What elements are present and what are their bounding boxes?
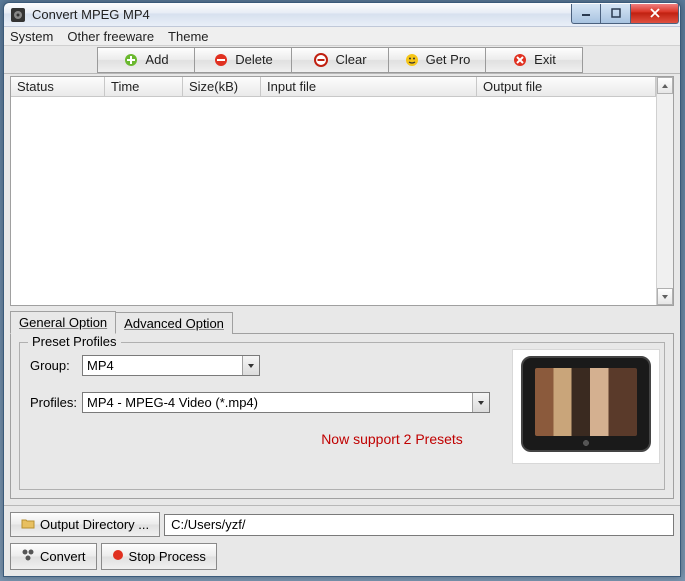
add-icon	[123, 52, 139, 68]
clear-icon	[313, 52, 329, 68]
minimize-button[interactable]	[571, 4, 601, 24]
app-icon	[10, 7, 26, 23]
col-status[interactable]: Status	[11, 77, 105, 96]
scroll-up-button[interactable]	[657, 77, 673, 94]
dropdown-arrow-icon	[242, 356, 259, 375]
toolbar: Add Delete Clear Get Pro Exit	[4, 46, 680, 74]
options-tabs: General Option Advanced Option	[10, 312, 674, 334]
exit-icon	[512, 52, 528, 68]
exit-button[interactable]: Exit	[485, 47, 583, 73]
tab-general-option[interactable]: General Option	[10, 311, 116, 334]
delete-button[interactable]: Delete	[194, 47, 292, 73]
profiles-combobox[interactable]: MP4 - MPEG-4 Video (*.mp4)	[82, 392, 490, 413]
menu-system[interactable]: System	[10, 29, 53, 44]
output-directory-button[interactable]: Output Directory ...	[10, 512, 160, 537]
device-preview-image	[512, 349, 660, 464]
tab-advanced-option[interactable]: Advanced Option	[115, 312, 233, 334]
bottom-bar: Output Directory ... Convert Stop Proces…	[4, 505, 680, 576]
clear-button[interactable]: Clear	[291, 47, 389, 73]
stop-icon	[112, 549, 124, 564]
col-time[interactable]: Time	[105, 77, 183, 96]
convert-icon	[21, 548, 35, 565]
group-label: Group:	[30, 358, 82, 373]
col-output[interactable]: Output file	[477, 77, 656, 96]
maximize-button[interactable]	[601, 4, 631, 24]
vertical-scrollbar[interactable]	[656, 77, 673, 305]
menu-theme[interactable]: Theme	[168, 29, 208, 44]
getpro-icon	[404, 52, 420, 68]
group-value: MP4	[83, 358, 242, 373]
convert-button[interactable]: Convert	[10, 543, 97, 570]
general-option-panel: Preset Profiles Group: MP4 Profiles: MP4…	[10, 334, 674, 499]
menu-other-freeware[interactable]: Other freeware	[67, 29, 154, 44]
add-button[interactable]: Add	[97, 47, 195, 73]
window-title: Convert MPEG MP4	[32, 7, 571, 22]
scroll-track[interactable]	[657, 94, 673, 288]
close-button[interactable]	[631, 4, 679, 24]
preset-profiles-fieldset: Preset Profiles Group: MP4 Profiles: MP4…	[19, 342, 665, 490]
menubar: System Other freeware Theme	[4, 27, 680, 46]
col-size[interactable]: Size(kB)	[183, 77, 261, 96]
col-input[interactable]: Input file	[261, 77, 477, 96]
dropdown-arrow-icon	[472, 393, 489, 412]
table-body[interactable]	[11, 97, 656, 305]
app-window: Convert MPEG MP4 System Other freeware T…	[3, 2, 681, 577]
getpro-button[interactable]: Get Pro	[388, 47, 486, 73]
stop-process-button[interactable]: Stop Process	[101, 543, 217, 570]
delete-icon	[213, 52, 229, 68]
preset-legend: Preset Profiles	[28, 334, 121, 349]
folder-icon	[21, 517, 35, 532]
file-table: Status Time Size(kB) Input file Output f…	[10, 76, 674, 306]
profiles-label: Profiles:	[30, 395, 82, 410]
titlebar[interactable]: Convert MPEG MP4	[4, 3, 680, 27]
window-controls	[571, 4, 679, 24]
table-header-row: Status Time Size(kB) Input file Output f…	[11, 77, 656, 97]
group-combobox[interactable]: MP4	[82, 355, 260, 376]
content-area: Status Time Size(kB) Input file Output f…	[4, 74, 680, 505]
profiles-value: MP4 - MPEG-4 Video (*.mp4)	[83, 395, 472, 410]
output-directory-input[interactable]	[164, 514, 674, 536]
scroll-down-button[interactable]	[657, 288, 673, 305]
